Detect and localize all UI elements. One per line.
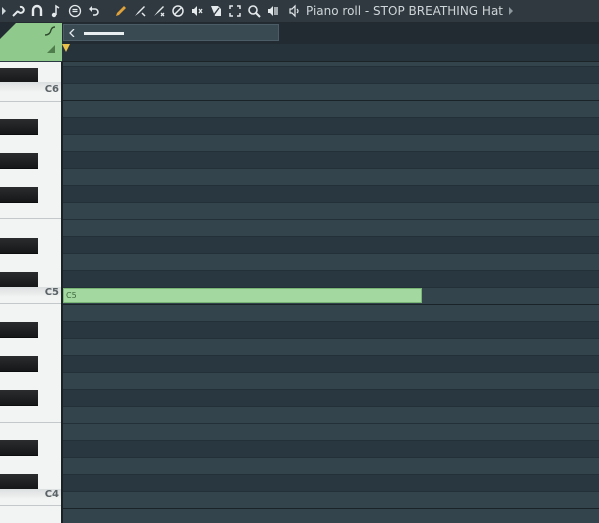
playhead-marker-icon[interactable] bbox=[62, 44, 70, 52]
horizontal-scrollbar[interactable] bbox=[63, 24, 279, 41]
corner-resize-icon bbox=[47, 45, 55, 53]
black-key[interactable] bbox=[0, 187, 38, 203]
octave-label-c4: C4 bbox=[44, 489, 59, 500]
note-lane[interactable] bbox=[63, 220, 599, 237]
black-key[interactable] bbox=[0, 238, 38, 254]
note-lane[interactable] bbox=[63, 67, 599, 84]
note-lane[interactable] bbox=[63, 492, 599, 509]
delete-brush-icon[interactable] bbox=[149, 1, 168, 21]
magnet-icon[interactable] bbox=[27, 1, 46, 21]
slice-icon[interactable] bbox=[206, 1, 225, 21]
ramp-icon bbox=[44, 26, 56, 36]
note-lane[interactable] bbox=[63, 203, 599, 220]
black-key[interactable] bbox=[0, 153, 38, 169]
note-lane[interactable] bbox=[63, 373, 599, 390]
note-lane[interactable] bbox=[63, 271, 599, 288]
note-lane[interactable] bbox=[63, 118, 599, 135]
note-lane[interactable] bbox=[63, 322, 599, 339]
black-key[interactable] bbox=[0, 356, 38, 372]
mute-circle-icon[interactable] bbox=[168, 1, 187, 21]
menu-arrow-icon[interactable] bbox=[0, 0, 8, 22]
pencil-icon[interactable] bbox=[111, 1, 130, 21]
note-icon[interactable] bbox=[46, 1, 65, 21]
speaker-icon[interactable] bbox=[288, 4, 302, 18]
stamp-icon[interactable] bbox=[65, 1, 84, 21]
window-title: Piano roll - STOP BREATHING Hat bbox=[306, 4, 503, 18]
undo-icon[interactable] bbox=[84, 1, 103, 21]
black-key[interactable] bbox=[0, 440, 38, 456]
timeline-ruler[interactable] bbox=[62, 44, 599, 62]
note-lane[interactable] bbox=[63, 441, 599, 458]
note-lane[interactable] bbox=[63, 84, 599, 101]
note-lane[interactable] bbox=[63, 152, 599, 169]
zoom-icon[interactable] bbox=[244, 1, 263, 21]
paint-brush-icon[interactable] bbox=[130, 1, 149, 21]
forward-arrow-icon[interactable] bbox=[508, 7, 514, 15]
select-icon[interactable] bbox=[225, 1, 244, 21]
note-lane[interactable] bbox=[63, 509, 599, 523]
octave-label-c6: C6 bbox=[44, 84, 59, 95]
note-lane[interactable] bbox=[63, 254, 599, 271]
note-lane[interactable] bbox=[63, 390, 599, 407]
black-key[interactable] bbox=[0, 390, 38, 406]
note-lane[interactable] bbox=[63, 424, 599, 441]
note-lane[interactable] bbox=[63, 475, 599, 492]
note-c5[interactable]: C5 bbox=[63, 288, 422, 303]
piano-keyboard[interactable]: C6 C5 C4 bbox=[0, 62, 62, 523]
note-lane[interactable] bbox=[63, 458, 599, 475]
note-lane[interactable] bbox=[63, 169, 599, 186]
note-lane[interactable] bbox=[63, 305, 599, 322]
note-lane[interactable] bbox=[63, 356, 599, 373]
scroll-left-icon[interactable] bbox=[66, 26, 78, 39]
piano-roll-toolbar: Piano roll - STOP BREATHING Hat bbox=[0, 0, 599, 23]
black-key[interactable] bbox=[0, 272, 38, 288]
note-label: C5 bbox=[66, 291, 77, 300]
playback-icon[interactable] bbox=[263, 1, 282, 21]
scroll-thumb[interactable] bbox=[84, 32, 124, 35]
mute-speaker-icon[interactable] bbox=[187, 1, 206, 21]
octave-label-c5: C5 bbox=[44, 287, 59, 298]
note-lane[interactable] bbox=[63, 135, 599, 152]
black-key[interactable] bbox=[0, 322, 38, 338]
note-lane[interactable] bbox=[63, 237, 599, 254]
note-lane[interactable] bbox=[63, 407, 599, 424]
note-lane[interactable] bbox=[63, 101, 599, 118]
note-lane[interactable] bbox=[63, 186, 599, 203]
note-lane[interactable] bbox=[63, 339, 599, 356]
wrench-icon[interactable] bbox=[8, 1, 27, 21]
black-key[interactable] bbox=[0, 119, 38, 135]
black-key[interactable] bbox=[0, 474, 38, 490]
